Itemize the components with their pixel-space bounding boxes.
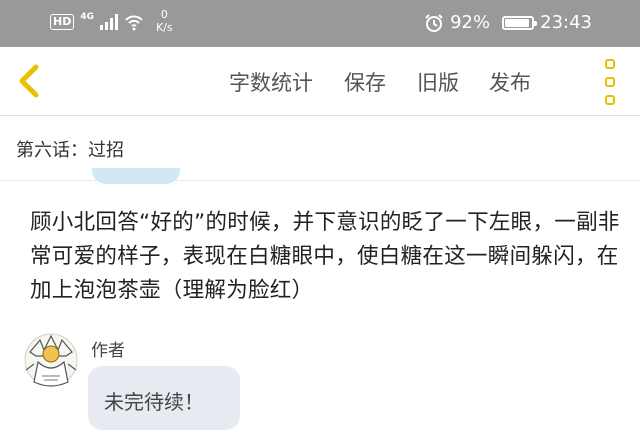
battery-fill	[505, 18, 530, 27]
old-version-button[interactable]: 旧版	[417, 67, 459, 97]
more-vertical-icon[interactable]	[600, 59, 620, 105]
battery-percent: 92%	[450, 12, 491, 33]
publish-button[interactable]: 发布	[489, 67, 531, 97]
chapter-title[interactable]: 第六话：过招	[16, 136, 124, 162]
clock: 23:43	[540, 12, 592, 33]
speed-unit: K/s	[156, 21, 173, 34]
hd-badge: HD	[50, 14, 75, 30]
author-avatar	[24, 333, 78, 387]
alarm-icon	[425, 13, 443, 32]
speed-value: 0	[160, 8, 168, 21]
status-right: 92% 23:43	[424, 12, 592, 33]
editor-toolbar: 字数统计 保存 旧版 发布	[0, 47, 640, 116]
wifi-icon	[125, 15, 143, 31]
previous-message-bubble	[92, 168, 180, 184]
status-bar: HD 4G 0 K/s 92% 23:43	[0, 0, 640, 47]
network-speed: 0 K/s	[156, 8, 173, 34]
author-label: 作者	[91, 341, 125, 361]
story-paragraph[interactable]: 顾小北回答“好的”的时候，并下意识的眨了一下左眼，一副非常可爱的样子，表现在白糖…	[30, 206, 620, 308]
chevron-left-icon[interactable]	[10, 61, 50, 101]
save-button[interactable]: 保存	[344, 67, 386, 97]
word-count-button[interactable]: 字数统计	[229, 67, 313, 97]
message-bubble[interactable]: 未完待续！	[88, 366, 240, 430]
battery-icon	[502, 15, 538, 30]
status-left: HD 4G 0 K/s	[50, 8, 173, 34]
network-type: 4G	[80, 12, 94, 22]
message-text: 未完待续！	[104, 390, 204, 414]
signal-icon	[100, 14, 118, 30]
toolbar-actions: 字数统计 保存 旧版 发布	[229, 67, 531, 97]
